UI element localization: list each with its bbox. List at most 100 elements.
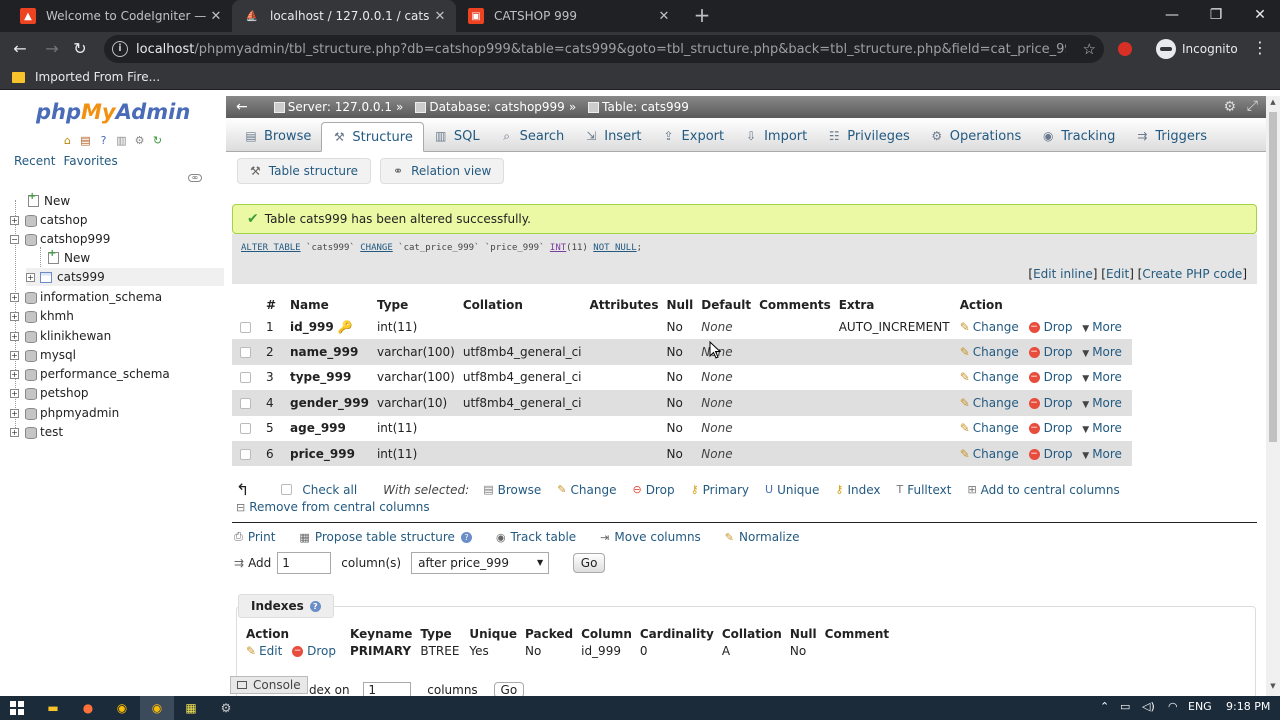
browser-tab-codeigniter[interactable]: ▲ Welcome to CodeIgniter — Code ✕ — [8, 0, 232, 32]
window-close-button[interactable]: ✕ — [1238, 0, 1280, 32]
tab-insert[interactable]: ⇲ Insert — [574, 121, 651, 151]
expand-icon[interactable]: + — [10, 215, 19, 225]
add-go-button[interactable]: Go — [573, 553, 606, 573]
more-dropdown[interactable]: ▼ More — [1082, 396, 1122, 410]
console-toggle[interactable]: Console — [230, 676, 308, 694]
drop-button[interactable]: − Drop — [1028, 370, 1072, 384]
scrollbar-thumb[interactable] — [1269, 112, 1277, 442]
ws-primary-button[interactable]: ⚷ Primary — [691, 483, 749, 497]
tree-item-db[interactable]: + catshop — [10, 211, 87, 229]
collapse-icon[interactable]: − — [10, 234, 19, 244]
ws-browse-button[interactable]: ▤ Browse — [483, 483, 541, 497]
drop-button[interactable]: − Drop — [1028, 320, 1072, 334]
cell-name[interactable]: name_999 — [286, 339, 373, 365]
create-php-code-link[interactable]: Create PHP code — [1142, 267, 1242, 281]
link-with-main-icon[interactable]: ∞ — [188, 174, 202, 182]
index-edit-button[interactable]: ✎ Edit — [246, 644, 282, 658]
check-all-label[interactable]: Check all — [302, 483, 357, 497]
url-text[interactable]: localhost/phpmyadmin/tbl_structure.php?d… — [136, 42, 1066, 57]
tab-sql[interactable]: ▥ SQL — [424, 121, 490, 151]
tab-recent[interactable]: Recent — [14, 154, 55, 168]
sql-keyword[interactable]: ALTER TABLE — [241, 243, 301, 253]
back-arrow-icon[interactable]: ← — [9, 38, 31, 60]
ws-index-button[interactable]: ⚷ Index — [835, 483, 880, 497]
site-info-icon[interactable]: i — [112, 41, 128, 57]
tree-item-db[interactable]: + information_schema — [10, 288, 162, 306]
ws-drop-button[interactable]: ⊖ Drop — [632, 483, 674, 497]
row-checkbox[interactable] — [240, 397, 251, 409]
tree-item-db[interactable]: + petshop — [10, 384, 89, 402]
row-checkbox[interactable] — [240, 321, 251, 333]
tab-browse[interactable]: ▤ Browse — [234, 121, 321, 151]
main-scrollbar[interactable]: ▲ ▼ — [1266, 96, 1280, 696]
edit-link[interactable]: Edit — [1106, 267, 1129, 281]
language-indicator[interactable]: ENG — [1188, 700, 1212, 713]
tab-import[interactable]: ⇩ Import — [734, 121, 817, 151]
home-icon[interactable]: ⌂ — [60, 134, 75, 147]
battery-icon[interactable]: ▭ — [1120, 700, 1130, 713]
row-checkbox[interactable] — [240, 423, 251, 435]
chrome-icon[interactable]: ◉ — [113, 699, 131, 717]
change-button[interactable]: ✎ Change — [960, 421, 1019, 435]
chrome-incognito-icon[interactable]: ◉ — [148, 699, 166, 717]
tab-search[interactable]: ⌕ Search — [490, 121, 575, 151]
change-button[interactable]: ✎ Change — [960, 396, 1019, 410]
ws-add-central-button[interactable]: ⊞ Add to central columns — [967, 483, 1119, 497]
tab-favorites[interactable]: Favorites — [63, 154, 117, 168]
file-explorer-icon[interactable]: ▬ — [44, 699, 62, 717]
ws-change-button[interactable]: ✎ Change — [557, 483, 616, 497]
expand-icon[interactable]: + — [10, 408, 19, 418]
tree-item-db[interactable]: − catshop999 — [10, 230, 110, 248]
drop-button[interactable]: − Drop — [1028, 396, 1072, 410]
firefox-icon[interactable]: ● — [79, 699, 97, 717]
change-button[interactable]: ✎ Change — [960, 370, 1019, 384]
help-icon[interactable]: ? — [460, 531, 472, 543]
settings-gear-icon[interactable]: ⚙ — [1223, 99, 1236, 115]
scroll-up-icon[interactable]: ▲ — [1269, 98, 1277, 106]
tab-operations[interactable]: ⚙ Operations — [920, 121, 1031, 151]
address-bar[interactable]: i localhost/phpmyadmin/tbl_structure.php… — [104, 35, 1104, 63]
more-dropdown[interactable]: ▼ More — [1082, 370, 1122, 384]
notepad-icon[interactable]: ▦ — [182, 699, 200, 717]
breadcrumb-database[interactable]: Database: catshop999 — [429, 100, 565, 114]
settings-icon[interactable]: ⚙ — [217, 699, 235, 717]
check-all-checkbox[interactable] — [281, 484, 293, 495]
tab-export[interactable]: ⇪ Export — [652, 121, 735, 151]
phpmyadmin-logo[interactable]: phpMyAdmin — [36, 100, 190, 124]
forward-arrow-icon[interactable]: → — [41, 38, 63, 60]
column-count-input[interactable]: 1 — [277, 552, 332, 574]
cell-name[interactable]: id_999 🔑 — [286, 314, 373, 339]
tab-tracking[interactable]: ◉ Tracking — [1031, 121, 1125, 151]
propose-structure-button[interactable]: ▦ Propose table structure? — [299, 530, 472, 544]
tree-item-table-selected[interactable]: + cats999 — [26, 268, 224, 286]
expand-icon[interactable]: + — [10, 369, 19, 379]
row-checkbox[interactable] — [240, 347, 251, 359]
tab-privileges[interactable]: ☷ Privileges — [817, 121, 920, 151]
track-table-button[interactable]: ◉ Track table — [496, 530, 576, 544]
expand-icon[interactable]: + — [26, 272, 35, 282]
windows-start-icon[interactable] — [8, 699, 26, 717]
restore-button[interactable]: ❐ — [1194, 0, 1238, 32]
scroll-down-icon[interactable]: ▼ — [1269, 682, 1277, 690]
collapse-icon[interactable]: ⤢ — [1247, 98, 1258, 114]
sql-keyword[interactable]: NOT NULL — [593, 243, 636, 253]
reload-icon[interactable]: ↻ — [69, 38, 91, 60]
expand-icon[interactable]: + — [10, 350, 19, 360]
index-drop-button[interactable]: − Drop — [292, 644, 336, 658]
col-header-name[interactable]: Name — [286, 296, 373, 314]
edit-inline-link[interactable]: Edit inline — [1033, 267, 1093, 281]
row-checkbox[interactable] — [240, 372, 251, 384]
expand-icon[interactable]: + — [10, 311, 19, 321]
drop-button[interactable]: − Drop — [1028, 421, 1072, 435]
close-icon[interactable]: ✕ — [206, 9, 226, 24]
reload-nav-icon[interactable]: ↻ — [150, 134, 165, 147]
breadcrumb-table[interactable]: Table: cats999 — [602, 100, 689, 114]
settings-gear-icon[interactable]: ⚙ — [132, 134, 147, 147]
tree-item-new[interactable]: New — [28, 191, 70, 210]
cell-name[interactable]: age_999 — [286, 416, 373, 441]
docs-icon[interactable]: ? — [96, 134, 111, 147]
bookmark-folder[interactable]: Imported From Fire... — [12, 70, 160, 84]
subtab-table-structure[interactable]: ⚒ Table structure — [237, 158, 372, 184]
tree-item-db[interactable]: + mysql — [10, 346, 76, 364]
tree-item-db[interactable]: + phpmyadmin — [10, 404, 119, 422]
